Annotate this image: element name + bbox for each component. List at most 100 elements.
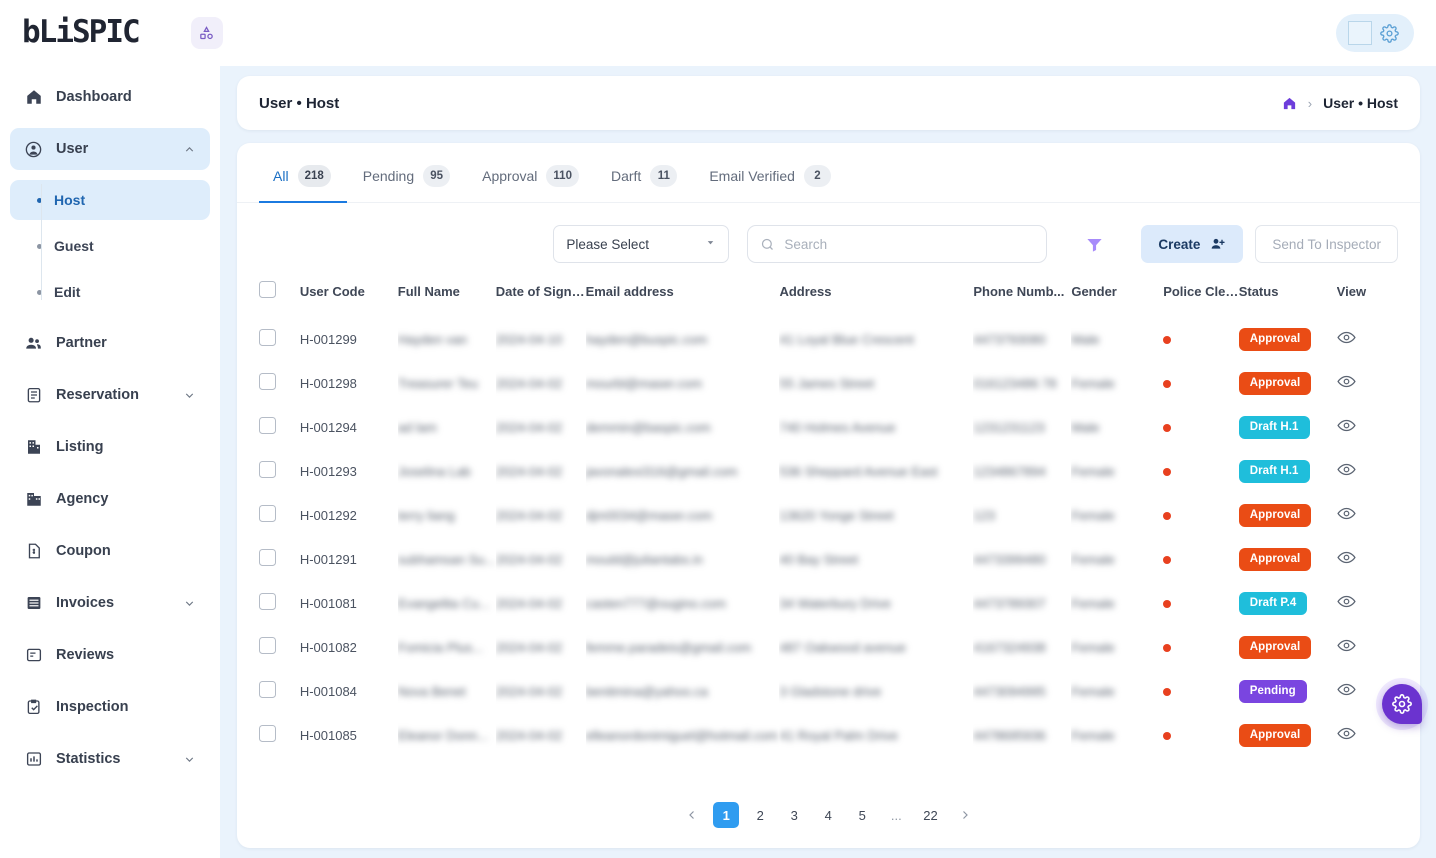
cell-phone-number: 1234867894 [973, 463, 1046, 479]
cell-phone-number: 4478695936 [973, 727, 1046, 743]
table-row[interactable]: H-001293 Joselina Lab 2024-04-02 javonalexi… [259, 449, 1398, 493]
cell-full-name: ad lam [397, 419, 437, 435]
sidebar-item-guest[interactable]: Guest [10, 226, 210, 266]
chevron-down-icon[interactable] [183, 389, 196, 402]
row-checkbox[interactable] [259, 461, 276, 478]
sidebar-item-statistics[interactable]: Statistics [10, 738, 210, 780]
eye-icon[interactable] [1337, 727, 1356, 743]
table-container: User Code Full Name Date of Sign ... Ema… [237, 263, 1420, 788]
eye-icon[interactable] [1337, 331, 1356, 347]
row-checkbox[interactable] [259, 329, 276, 346]
row-checkbox[interactable] [259, 549, 276, 566]
eye-icon[interactable] [1337, 683, 1356, 699]
user-settings-pill[interactable] [1336, 14, 1414, 52]
cell-email-address: djm0034@maser.com [585, 507, 713, 523]
cell-user-code: H-001294 [299, 419, 357, 435]
search-input[interactable] [784, 236, 1035, 252]
table-row[interactable]: H-001291 subhamsan Su... 2024-04-02 mould@j… [259, 537, 1398, 581]
row-checkbox[interactable] [259, 417, 276, 434]
sidebar-item-partner[interactable]: Partner [10, 322, 210, 364]
pagination-page-5[interactable]: 5 [849, 802, 875, 828]
cell-gender: Female [1071, 595, 1115, 611]
row-checkbox[interactable] [259, 637, 276, 654]
pagination-page-2[interactable]: 2 [747, 802, 773, 828]
status-badge: Draft H.1 [1238, 459, 1310, 483]
hosts-table: User Code Full Name Date of Sign ... Ema… [259, 281, 1398, 757]
sidebar-item-agency[interactable]: Agency [10, 478, 210, 520]
eye-icon[interactable] [1337, 551, 1356, 567]
table-header-row: User Code Full Name Date of Sign ... Ema… [259, 281, 1398, 317]
filter-select[interactable]: Please Select [553, 225, 730, 263]
row-checkbox[interactable] [259, 681, 276, 698]
tab-pending[interactable]: Pending 95 [347, 165, 466, 202]
table-row[interactable]: H-001082 Fomicia Plus... 2024-04-02 femme.p… [259, 625, 1398, 669]
column-email-address: Email address [585, 283, 674, 299]
sidebar-item-host[interactable]: Host [10, 180, 210, 220]
pagination-next[interactable] [952, 802, 978, 828]
eye-icon[interactable] [1337, 639, 1356, 655]
police-clearance-dot [1163, 643, 1172, 652]
tab-all[interactable]: All 218 [259, 165, 347, 203]
select-all-checkbox[interactable] [259, 281, 276, 298]
sidebar-item-edit[interactable]: Edit [10, 272, 210, 312]
send-to-inspector-button[interactable]: Send To Inspector [1255, 225, 1398, 263]
eye-icon[interactable] [1337, 507, 1356, 523]
sidebar-item-reservation[interactable]: Reservation [10, 374, 210, 416]
pagination-page-22[interactable]: 22 [917, 802, 943, 828]
chevron-down-icon[interactable] [183, 597, 196, 610]
sidebar-item-listing[interactable]: Listing [10, 426, 210, 468]
users-icon [24, 334, 43, 353]
row-checkbox[interactable] [259, 593, 276, 610]
sidebar-item-dashboard[interactable]: Dashboard [10, 76, 210, 118]
cell-email-address: mourbl@maser.com [585, 375, 703, 391]
pagination-page-1[interactable]: 1 [713, 802, 740, 828]
column-view: View [1336, 283, 1367, 299]
sidebar-item-coupon[interactable]: Coupon [10, 530, 210, 572]
body: Dashboard User Host Guest Edit Partner R… [0, 66, 1436, 858]
eye-icon[interactable] [1337, 419, 1356, 435]
table-row[interactable]: H-001294 ad lam 2024-04-02 demmin@baspic.co… [259, 405, 1398, 449]
table-row[interactable]: H-001298 Treasurer Teu 2024-04-02 mourbl@ma… [259, 361, 1398, 405]
search-box[interactable] [747, 225, 1048, 263]
eye-icon[interactable] [1337, 375, 1356, 391]
table-row[interactable]: H-001085 Eleanor Donn... 2024-04-02 elleano… [259, 713, 1398, 757]
pagination-page-3[interactable]: 3 [781, 802, 807, 828]
tab-darft[interactable]: Darft 11 [595, 165, 693, 202]
chevron-down-icon[interactable] [183, 753, 196, 766]
cell-status: Approval [1238, 317, 1337, 361]
select-all-header [259, 281, 300, 317]
settings-fab[interactable] [1382, 684, 1422, 724]
cell-status: Approval [1238, 537, 1337, 581]
breadcrumb-current[interactable]: User • Host [1323, 95, 1398, 111]
chevron-up-icon[interactable] [183, 143, 196, 156]
table-row[interactable]: H-001292 terry liang 2024-04-02 djm0034@mas… [259, 493, 1398, 537]
tab-approval[interactable]: Approval 110 [466, 165, 595, 202]
brand-logo[interactable]: bLiSPIC [22, 16, 141, 48]
sidebar-item-invoices[interactable]: Invoices [10, 582, 210, 624]
gear-icon[interactable] [1380, 23, 1399, 43]
eye-icon[interactable] [1337, 463, 1356, 479]
create-button[interactable]: Create [1141, 225, 1244, 263]
status-badge: Approval [1238, 327, 1312, 351]
row-checkbox[interactable] [259, 505, 276, 522]
table-row[interactable]: H-001081 Evangelita Cu... 2024-04-02 casten… [259, 581, 1398, 625]
home-icon[interactable] [1282, 96, 1297, 111]
cell-status: Pending [1238, 669, 1337, 713]
cell-view [1337, 581, 1398, 625]
tab-email-verified[interactable]: Email Verified 2 [693, 165, 847, 202]
top-bar: bLiSPIC [0, 0, 1436, 66]
table-row[interactable]: H-001084 Nova Benet 2024-04-02 benitmina@ya… [259, 669, 1398, 713]
row-checkbox[interactable] [259, 373, 276, 390]
row-checkbox[interactable] [259, 725, 276, 742]
shapes-icon[interactable] [190, 17, 223, 49]
eye-icon[interactable] [1337, 595, 1356, 611]
cell-status: Approval [1238, 713, 1337, 757]
sidebar-item-user[interactable]: User [10, 128, 210, 170]
pagination-page-4[interactable]: 4 [815, 802, 841, 828]
sidebar-item-label: Dashboard [56, 89, 132, 105]
sidebar-item-reviews[interactable]: Reviews [10, 634, 210, 676]
table-row[interactable]: H-001299 Hayden van 2024-04-10 hayden@buspi… [259, 317, 1398, 361]
filter-button[interactable] [1067, 225, 1121, 263]
sidebar-item-inspection[interactable]: Inspection [10, 686, 210, 728]
pagination-prev[interactable] [679, 802, 705, 828]
